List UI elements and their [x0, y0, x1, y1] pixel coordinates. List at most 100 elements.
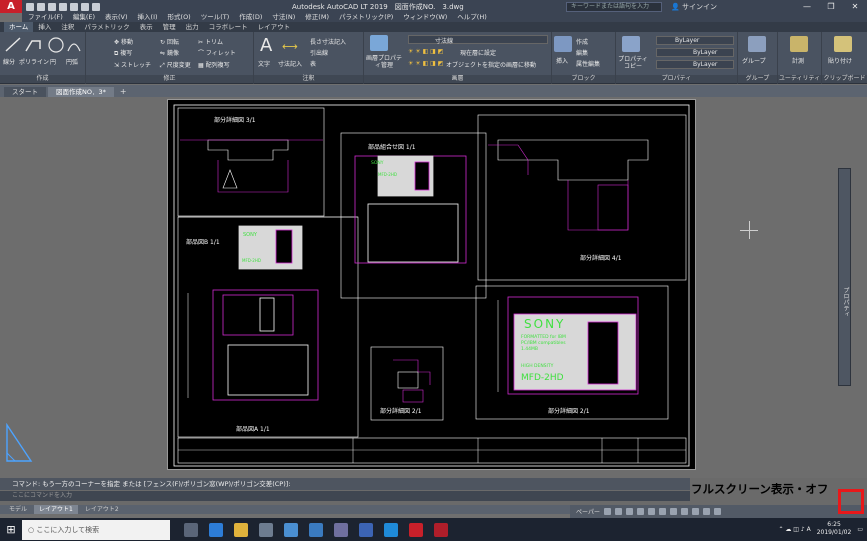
edge-icon[interactable] [209, 522, 223, 537]
hardware-accel-icon[interactable] [713, 508, 721, 515]
layout-tab-model[interactable]: モデル [4, 505, 32, 514]
lineweight-icon[interactable] [647, 508, 655, 515]
clock[interactable]: 6:25 2019/01/02 [817, 521, 852, 537]
tool-layer-properties[interactable]: 画層プロパティ管理 [365, 55, 403, 69]
autocad-logo-icon[interactable]: A [0, 0, 22, 13]
selection-cycling-icon[interactable] [658, 508, 666, 515]
layer-properties-icon[interactable] [370, 35, 388, 51]
layer-dropdown[interactable]: 寸法線 [408, 35, 548, 45]
layer-state-icons[interactable]: ☀ ☀ ◧ ◨ ◩ [408, 48, 443, 55]
menu-draw[interactable]: 作成(D) [239, 13, 262, 22]
tool-array[interactable]: ▦ 配列複写 [198, 60, 230, 69]
properties-palette[interactable]: プロパティ [838, 168, 851, 386]
tab-layout[interactable]: レイアウト [253, 22, 296, 32]
help-search-input[interactable]: キーワードまたは語句を入力 [566, 2, 662, 12]
tab-home[interactable]: ホーム [4, 22, 34, 32]
tool-group[interactable]: グループ [742, 56, 766, 65]
save-icon[interactable] [48, 2, 56, 11]
tool-leader[interactable]: 引出線 [310, 48, 328, 57]
autocad-taskbar-icon[interactable] [409, 522, 423, 537]
ortho-icon[interactable] [614, 508, 622, 515]
menu-file[interactable]: ファイル(F) [28, 13, 63, 22]
drawing-viewport[interactable]: SONY MFD-2HD SONY MFD-2HD SONY FORMATTED… [0, 97, 867, 478]
tool-table[interactable]: 表 [310, 59, 316, 68]
tab-insert[interactable]: 挿入 [33, 22, 56, 32]
menu-view[interactable]: 表示(V) [105, 13, 128, 22]
autocad-lt-taskbar-icon[interactable] [434, 522, 448, 537]
menu-tools[interactable]: ツール(T) [201, 13, 230, 22]
explorer-icon[interactable] [234, 522, 248, 537]
paint-icon[interactable] [359, 522, 373, 537]
tool-linear-dim[interactable]: 長さ寸法記入 [310, 37, 346, 46]
taskbar-search-input[interactable]: ○ ここに入力して検索 [22, 519, 170, 540]
plot-icon[interactable] [70, 2, 78, 11]
tool-edit-block[interactable]: 編集 [576, 48, 588, 57]
tool-measure[interactable]: 計測 [792, 56, 804, 65]
tab-collaborate[interactable]: コラボレート [204, 22, 253, 32]
match-properties-icon[interactable] [622, 36, 640, 52]
ie-icon[interactable] [384, 522, 398, 537]
tool-move[interactable]: ✥ 移動 [114, 37, 133, 46]
lineweight-dropdown[interactable]: ByLayer [656, 60, 734, 69]
media-icon[interactable] [334, 522, 348, 537]
layout-tab-2[interactable]: レイアウト2 [80, 505, 124, 514]
menu-edit[interactable]: 編集(E) [73, 13, 95, 22]
isolate-icon[interactable] [702, 508, 710, 515]
tool-move-to-layer[interactable]: オブジェクトを指定の画層に移動 [446, 60, 536, 69]
osnap-icon[interactable] [636, 508, 644, 515]
signin-button[interactable]: 👤 サインイン [671, 2, 717, 12]
menu-window[interactable]: ウィンドウ(W) [403, 13, 447, 22]
insert-block-icon[interactable] [554, 36, 572, 52]
new-tab-icon[interactable]: + [116, 87, 131, 97]
undo-icon[interactable] [81, 2, 89, 11]
tool-match-properties[interactable]: プロパティコピー [618, 56, 648, 70]
task-view-icon[interactable] [184, 522, 198, 537]
dimension-icon[interactable]: ⟷ [282, 40, 298, 53]
color-dropdown[interactable]: ByLayer [656, 36, 734, 45]
notification-icon[interactable]: ▭ [857, 526, 863, 533]
tool-paste[interactable]: 貼り付け [828, 56, 852, 65]
paste-icon[interactable] [834, 36, 852, 52]
tool-scale[interactable]: ⤢ 尺度変更 [160, 60, 191, 70]
mail-icon[interactable] [259, 522, 273, 537]
annotation-monitor-icon[interactable] [691, 508, 699, 515]
tool-arc[interactable]: 円弧 [66, 57, 78, 66]
minimize-button[interactable]: — [795, 0, 819, 13]
tab-parametric[interactable]: パラメトリック [79, 22, 134, 32]
redo-icon[interactable] [92, 2, 100, 11]
tray-icons[interactable]: ⌃ ☁ ◫ ♪ A [778, 526, 810, 533]
workspace-icon[interactable] [680, 508, 688, 515]
tool-edit-attribute[interactable]: 属性編集 [576, 59, 600, 68]
tool-circle[interactable]: 円 [50, 57, 56, 66]
tool-text[interactable]: 文字 [258, 59, 270, 68]
annotation-scale-icon[interactable] [669, 508, 677, 515]
doc-tab-drawing[interactable]: 図面作成NO．3* [48, 87, 114, 97]
tool-dimension[interactable]: 寸法記入 [278, 59, 302, 68]
store-icon[interactable] [284, 522, 298, 537]
menu-format[interactable]: 形式(O) [168, 13, 191, 22]
tool-fillet[interactable]: ⌒ フィレット [198, 48, 236, 57]
photos-icon[interactable] [309, 522, 323, 537]
menu-modify[interactable]: 修正(M) [305, 13, 329, 22]
paper-space-label[interactable]: ペーパー [576, 507, 600, 516]
tool-create-block[interactable]: 作成 [576, 37, 588, 46]
doc-tab-start[interactable]: スタート [4, 87, 46, 97]
menu-help[interactable]: ヘルプ(H) [457, 13, 486, 22]
tab-annotate[interactable]: 注釈 [56, 22, 79, 32]
close-button[interactable]: ✕ [843, 0, 867, 13]
tool-trim[interactable]: ✂ トリム [198, 37, 223, 46]
tool-make-current[interactable]: 現在層に設定 [460, 48, 496, 57]
save-as-icon[interactable] [59, 2, 67, 11]
polar-icon[interactable] [625, 508, 633, 515]
tool-line[interactable]: 線分 [3, 57, 15, 66]
menu-dimension[interactable]: 寸法(N) [272, 13, 295, 22]
maximize-button[interactable]: ❐ [819, 0, 843, 13]
tool-insert[interactable]: 挿入 [556, 56, 568, 65]
tool-rotate[interactable]: ↻ 回転 [160, 37, 179, 46]
tab-view[interactable]: 表示 [135, 22, 158, 32]
new-icon[interactable] [26, 2, 34, 11]
layer-tools-icons[interactable]: ☀ ☀ ◧ ◨ ◩ [408, 60, 443, 67]
tab-output[interactable]: 出力 [181, 22, 204, 32]
snap-icon[interactable] [603, 508, 611, 515]
open-icon[interactable] [37, 2, 45, 11]
